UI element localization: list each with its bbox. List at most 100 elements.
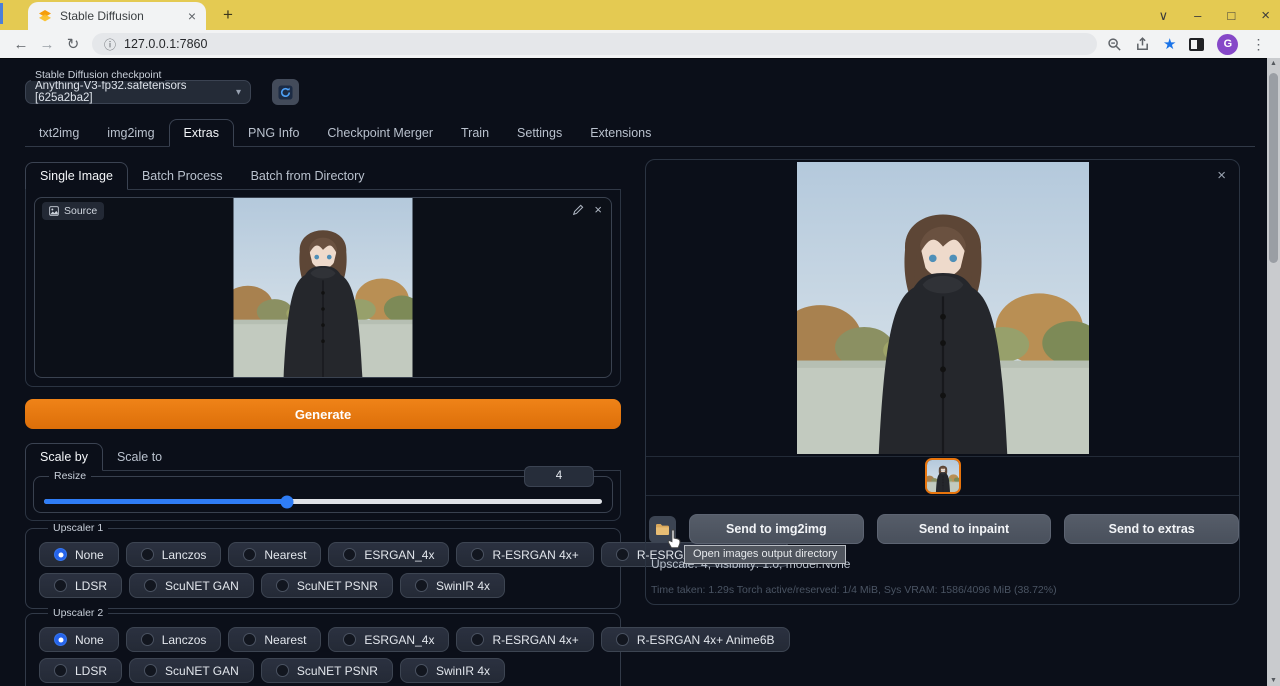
edit-pencil-icon[interactable] (572, 204, 584, 216)
share-icon[interactable] (1135, 37, 1150, 52)
upscaler2-option-ldsr[interactable]: LDSR (39, 658, 122, 683)
tab-extras[interactable]: Extras (169, 119, 234, 147)
image-icon (49, 206, 59, 216)
resize-label: Resize (49, 470, 91, 482)
send-to-img2img-button[interactable]: Send to img2img (689, 514, 864, 544)
mouse-cursor-hand (665, 528, 683, 550)
option-label: None (75, 548, 104, 562)
tab-extensions[interactable]: Extensions (576, 120, 665, 146)
source-chip: Source (42, 202, 104, 220)
upscaler1-option-scunet-gan[interactable]: ScuNET GAN (129, 573, 254, 598)
upscaler1-option-esrgan-4x[interactable]: ESRGAN_4x (328, 542, 449, 567)
upscaler1-option-r-esrgan-4x[interactable]: R-ESRGAN 4x+ (456, 542, 593, 567)
option-label: R-ESRGAN 4x+ (492, 633, 578, 647)
close-tab-icon[interactable]: × (188, 9, 196, 23)
refresh-checkpoints-button[interactable] (272, 79, 299, 105)
upscaler-1-label: Upscaler 1 (48, 522, 108, 534)
resize-slider-block: Resize 4 (33, 476, 613, 513)
upscaler-1-row-1: None Lanczos Nearest ESRGAN_4x R-ESRGAN … (39, 542, 620, 567)
option-label: Lanczos (162, 548, 207, 562)
scrollbar-thumb[interactable] (1269, 73, 1278, 263)
source-actions: × (572, 203, 602, 216)
upscaler1-option-lanczos[interactable]: Lanczos (126, 542, 222, 567)
upscaler2-option-esrgan-4x[interactable]: ESRGAN_4x (328, 627, 449, 652)
generate-button[interactable]: Generate (25, 399, 621, 429)
tab-png-info[interactable]: PNG Info (234, 120, 313, 146)
upscaler2-option-none[interactable]: None (39, 627, 119, 652)
back-icon[interactable]: ← (8, 36, 34, 53)
output-image[interactable] (797, 162, 1089, 454)
tab-settings[interactable]: Settings (503, 120, 576, 146)
gallery-thumbnail-selected[interactable] (925, 458, 961, 494)
upscaler2-option-lanczos[interactable]: Lanczos (126, 627, 222, 652)
zoom-icon[interactable] (1107, 37, 1122, 52)
upscaler-2-row-2: LDSR ScuNET GAN ScuNET PSNR SwinIR 4x (39, 658, 620, 683)
forward-icon[interactable]: → (34, 36, 60, 53)
avatar[interactable]: G (1217, 34, 1238, 55)
gallery-thumbnail-strip (646, 456, 1239, 496)
upscaler-1-row-2: LDSR ScuNET GAN ScuNET PSNR SwinIR 4x (39, 573, 620, 598)
upscaler1-option-nearest[interactable]: Nearest (228, 542, 321, 567)
upscaler2-option-r-esrgan-anime6b[interactable]: R-ESRGAN 4x+ Anime6B (601, 627, 790, 652)
upscaler1-option-none[interactable]: None (39, 542, 119, 567)
window-close-icon[interactable]: × (1261, 8, 1270, 23)
checkpoint-dropdown[interactable]: Anything-V3-fp32.safetensors [625a2ba2] … (25, 80, 251, 104)
site-info-icon[interactable]: ⓘ (104, 36, 116, 53)
single-image-panel: Source × (25, 189, 621, 387)
resize-slider[interactable] (44, 499, 602, 504)
browser-toolbar: ← → ↻ ⓘ 127.0.0.1:7860 ★ G ⋮ (0, 30, 1280, 58)
clear-image-icon[interactable]: × (594, 203, 602, 216)
output-panel: × Send to img2img Send to inpaint Send t… (645, 159, 1240, 605)
resize-value-input[interactable]: 4 (524, 466, 594, 487)
tab-single-image[interactable]: Single Image (25, 162, 128, 190)
tab-scale-by[interactable]: Scale by (25, 443, 103, 471)
page-scrollbar[interactable]: ▲ ▼ (1267, 58, 1280, 686)
tooltip: Open images output directory (684, 545, 846, 564)
send-to-inpaint-button[interactable]: Send to inpaint (877, 514, 1052, 544)
tab-batch-from-directory[interactable]: Batch from Directory (237, 163, 379, 189)
window-minimize-icon[interactable]: – (1194, 9, 1201, 22)
upscaler2-option-r-esrgan-4x[interactable]: R-ESRGAN 4x+ (456, 627, 593, 652)
upscaler2-option-nearest[interactable]: Nearest (228, 627, 321, 652)
scroll-down-icon[interactable]: ▼ (1267, 677, 1280, 684)
browser-tab[interactable]: Stable Diffusion × (28, 2, 206, 30)
upscaler2-option-scunet-gan[interactable]: ScuNET GAN (129, 658, 254, 683)
tab-txt2img[interactable]: txt2img (25, 120, 93, 146)
window-maximize-icon[interactable]: □ (1227, 9, 1235, 22)
chevron-down-icon: ▾ (236, 87, 241, 98)
option-label: ScuNET PSNR (297, 664, 378, 678)
send-to-extras-button[interactable]: Send to extras (1064, 514, 1239, 544)
upscaler1-option-swinir-4x[interactable]: SwinIR 4x (400, 573, 505, 598)
option-label: SwinIR 4x (436, 664, 490, 678)
slider-handle[interactable] (280, 495, 293, 508)
close-gallery-icon[interactable]: × (1217, 168, 1226, 183)
new-tab-button[interactable]: + (216, 4, 240, 26)
tab-scale-to[interactable]: Scale to (103, 444, 176, 470)
radio-icon (243, 633, 256, 646)
tab-batch-process[interactable]: Batch Process (128, 163, 237, 189)
checkpoint-label: Stable Diffusion checkpoint (31, 69, 165, 81)
radio-icon (415, 579, 428, 592)
upscaler2-option-swinir-4x[interactable]: SwinIR 4x (400, 658, 505, 683)
upscaler1-option-scunet-psnr[interactable]: ScuNET PSNR (261, 573, 393, 598)
tab-checkpoint-merger[interactable]: Checkpoint Merger (313, 120, 447, 146)
window-controls: ∨ – □ × (1159, 0, 1270, 30)
tab-train[interactable]: Train (447, 120, 503, 146)
scroll-up-icon[interactable]: ▲ (1267, 60, 1280, 67)
radio-icon (343, 548, 356, 561)
bookmark-star-icon[interactable]: ★ (1163, 35, 1176, 53)
window-chevron-icon[interactable]: ∨ (1159, 9, 1169, 22)
radio-icon (54, 579, 67, 592)
browser-tab-bar: Stable Diffusion × + ∨ – □ × (0, 0, 1280, 30)
background-window-edge (0, 3, 3, 24)
address-bar[interactable]: ⓘ 127.0.0.1:7860 (92, 33, 1097, 55)
tab-img2img[interactable]: img2img (93, 120, 168, 146)
browser-menu-icon[interactable]: ⋮ (1251, 36, 1265, 53)
side-panel-icon[interactable] (1189, 38, 1204, 51)
upscaler1-option-ldsr[interactable]: LDSR (39, 573, 122, 598)
reload-icon[interactable]: ↻ (60, 35, 86, 53)
upscaler2-option-scunet-psnr[interactable]: ScuNET PSNR (261, 658, 393, 683)
option-label: ESRGAN_4x (364, 633, 434, 647)
source-image-dropzone[interactable]: Source × (34, 197, 612, 378)
radio-icon (276, 579, 289, 592)
